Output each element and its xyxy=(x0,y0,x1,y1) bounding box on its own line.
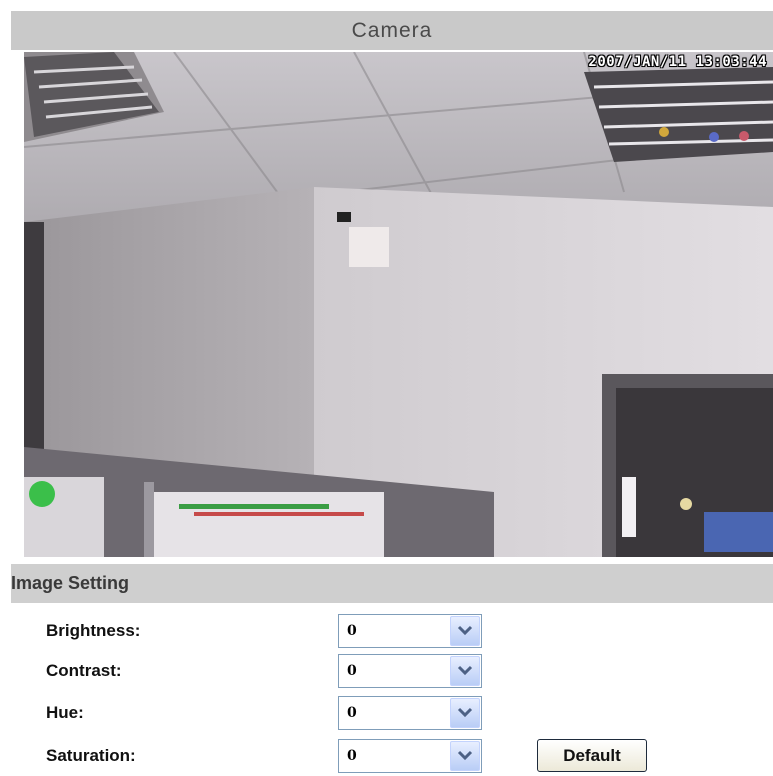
contrast-select[interactable]: 0 xyxy=(338,654,482,688)
camera-image xyxy=(24,52,773,557)
contrast-value: 0 xyxy=(347,663,357,679)
brightness-value: 0 xyxy=(347,623,357,639)
hue-value: 0 xyxy=(347,705,357,721)
chevron-down-icon[interactable] xyxy=(450,616,480,646)
saturation-label: Saturation: xyxy=(46,746,136,765)
hue-row: Hue: 0 xyxy=(0,693,773,733)
camera-title: Camera xyxy=(11,11,773,50)
contrast-row: Contrast: 0 xyxy=(0,651,773,691)
saturation-select[interactable]: 0 xyxy=(338,739,482,773)
brightness-label: Brightness: xyxy=(46,621,141,640)
brightness-select[interactable]: 0 xyxy=(338,614,482,648)
hue-select[interactable]: 0 xyxy=(338,696,482,730)
camera-feed: 2007/JAN/11 13:03:44 xyxy=(24,52,773,557)
chevron-down-icon[interactable] xyxy=(450,698,480,728)
image-setting-title: Image Setting xyxy=(11,564,773,603)
saturation-row: Saturation: 0 xyxy=(0,736,773,776)
contrast-label: Contrast: xyxy=(46,661,122,680)
chevron-down-icon[interactable] xyxy=(450,656,480,686)
timestamp-overlay: 2007/JAN/11 13:03:44 xyxy=(588,54,767,70)
chevron-down-icon[interactable] xyxy=(450,741,480,771)
brightness-row: Brightness: 0 xyxy=(0,611,773,651)
hue-label: Hue: xyxy=(46,703,84,722)
saturation-value: 0 xyxy=(347,748,357,764)
default-button[interactable]: Default xyxy=(537,739,647,772)
